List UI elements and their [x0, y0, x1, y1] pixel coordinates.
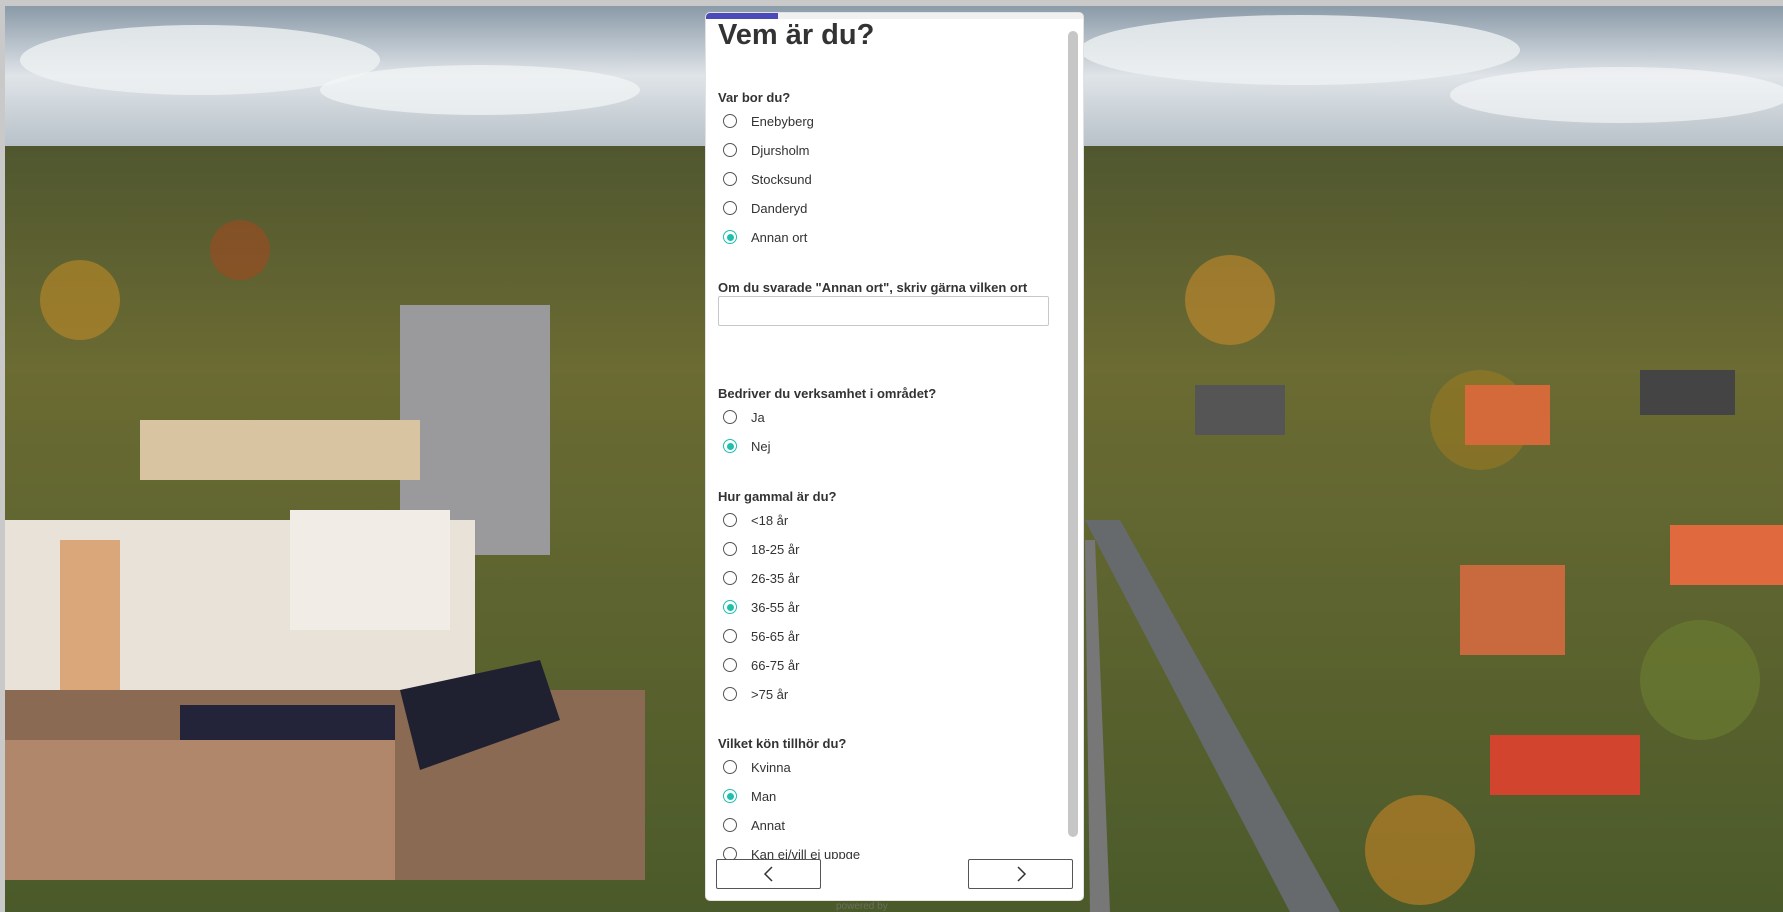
- option-annat[interactable]: Annat: [723, 814, 785, 836]
- other-location-input[interactable]: [718, 296, 1049, 326]
- option-label: 56-65 år: [751, 628, 800, 644]
- back-button[interactable]: [716, 859, 821, 889]
- radio-button[interactable]: [723, 847, 737, 859]
- option-danderyd[interactable]: Danderyd: [723, 197, 807, 219]
- radio-button[interactable]: [723, 143, 737, 157]
- radio-button-selected[interactable]: [723, 439, 737, 453]
- option-annan-ort[interactable]: Annan ort: [723, 226, 807, 248]
- chevron-right-icon: [1016, 866, 1026, 882]
- option-label: Danderyd: [751, 200, 808, 216]
- option-label: 36-55 år: [751, 599, 800, 615]
- radio-button[interactable]: [723, 629, 737, 643]
- option-no-answer[interactable]: Kan ej/vill ej uppge: [723, 843, 860, 859]
- option-label: Annan ort: [751, 229, 808, 245]
- question-residence-label: Var bor du?: [718, 90, 791, 105]
- radio-button[interactable]: [723, 201, 737, 215]
- option-label: <18 år: [751, 512, 789, 528]
- survey-scroll-area[interactable]: Vem är du? Var bor du? Enebyberg Djursho…: [706, 19, 1066, 859]
- option-label: 18-25 år: [751, 541, 800, 557]
- option-enebyberg[interactable]: Enebyberg: [723, 110, 814, 132]
- option-age-36-55[interactable]: 36-55 år: [723, 596, 799, 618]
- option-label: Djursholm: [751, 142, 810, 158]
- radio-button[interactable]: [723, 513, 737, 527]
- option-age-66-75[interactable]: 66-75 år: [723, 654, 799, 676]
- question-other-location-label: Om du svarade "Annan ort", skriv gärna v…: [718, 280, 1028, 295]
- radio-button[interactable]: [723, 172, 737, 186]
- radio-button[interactable]: [723, 571, 737, 585]
- radio-button[interactable]: [723, 760, 737, 774]
- radio-button[interactable]: [723, 542, 737, 556]
- option-label: Kvinna: [751, 759, 791, 775]
- option-label: Nej: [751, 438, 771, 454]
- radio-button[interactable]: [723, 818, 737, 832]
- option-age-over-75[interactable]: >75 år: [723, 683, 788, 705]
- option-nej[interactable]: Nej: [723, 435, 771, 457]
- option-label: Ja: [751, 409, 765, 425]
- radio-button[interactable]: [723, 114, 737, 128]
- option-label: >75 år: [751, 686, 789, 702]
- option-label: Stocksund: [751, 171, 812, 187]
- radio-button-selected[interactable]: [723, 230, 737, 244]
- page-title: Vem är du?: [718, 19, 875, 51]
- option-label: Annat: [751, 817, 785, 833]
- option-ja[interactable]: Ja: [723, 406, 765, 428]
- radio-button-selected[interactable]: [723, 789, 737, 803]
- option-label: 26-35 år: [751, 570, 800, 586]
- option-label: Kan ej/vill ej uppge: [751, 846, 861, 860]
- option-label: Man: [751, 788, 777, 804]
- survey-card: Vem är du? Var bor du? Enebyberg Djursho…: [706, 13, 1083, 900]
- radio-button-selected[interactable]: [723, 600, 737, 614]
- question-age-label: Hur gammal är du?: [718, 489, 837, 504]
- next-button[interactable]: [968, 859, 1073, 889]
- radio-button[interactable]: [723, 658, 737, 672]
- scrollbar-thumb[interactable]: [1068, 31, 1078, 837]
- option-age-26-35[interactable]: 26-35 år: [723, 567, 799, 589]
- radio-button[interactable]: [723, 687, 737, 701]
- chevron-left-icon: [763, 866, 773, 882]
- option-djursholm[interactable]: Djursholm: [723, 139, 810, 161]
- question-business-label: Bedriver du verksamhet i området?: [718, 386, 937, 401]
- option-kvinna[interactable]: Kvinna: [723, 756, 791, 778]
- option-age-18-25[interactable]: 18-25 år: [723, 538, 799, 560]
- option-man[interactable]: Man: [723, 785, 776, 807]
- question-gender-label: Vilket kön tillhör du?: [718, 736, 847, 751]
- option-age-under-18[interactable]: <18 år: [723, 509, 788, 531]
- option-label: Enebyberg: [751, 113, 814, 129]
- option-stocksund[interactable]: Stocksund: [723, 168, 812, 190]
- radio-button[interactable]: [723, 410, 737, 424]
- powered-by-text: powered by: [836, 901, 888, 912]
- option-label: 66-75 år: [751, 657, 800, 673]
- option-age-56-65[interactable]: 56-65 år: [723, 625, 799, 647]
